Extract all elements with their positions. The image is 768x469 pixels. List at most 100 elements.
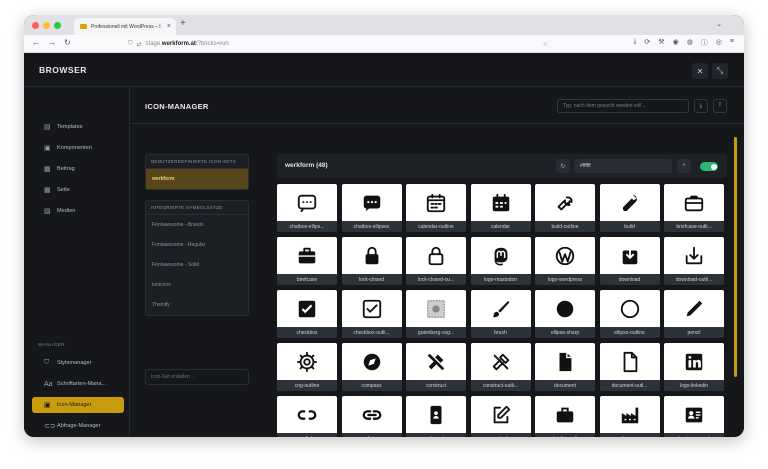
permissions-icon: ⇄: [136, 41, 142, 48]
icon-tile[interactable]: ellipse-outline: [599, 290, 660, 338]
browser-tab[interactable]: Professionell mit WordPress – I ×: [74, 18, 176, 35]
icon-tile[interactable]: unlink: [277, 396, 337, 437]
sync-icon[interactable]: ⟳: [644, 38, 650, 48]
icon-tile[interactable]: business-card: [664, 396, 724, 437]
minimize-window-button[interactable]: [43, 22, 50, 29]
close-tab-icon[interactable]: ×: [167, 23, 171, 30]
create-icon-set-input[interactable]: Icon-Set erstellen ...: [145, 369, 249, 385]
icon-set-fa-solid[interactable]: Fontawesome - Solid: [146, 255, 248, 275]
sidebar-item-templates[interactable]: ▤ Templates: [32, 119, 124, 135]
brush-icon: [492, 300, 509, 317]
icon-tile[interactable]: download-outli...: [664, 237, 724, 285]
icon-tile[interactable]: calendar-outline: [406, 184, 466, 232]
close-window-button[interactable]: [32, 22, 39, 29]
icon-tile[interactable]: calendar: [470, 184, 531, 232]
calendar-outline-icon: [426, 193, 446, 212]
sidebar-item-komponenten[interactable]: ▣ Komponenten: [32, 140, 124, 156]
new-tab-button[interactable]: +: [180, 18, 186, 29]
icon-tile[interactable]: briefcase: [277, 237, 337, 285]
scrollbar[interactable]: [734, 137, 737, 377]
icon-tile[interactable]: compass: [341, 343, 402, 391]
icon-label: unlink: [277, 433, 337, 438]
app-header: BROWSER ✕ ⤡: [24, 53, 744, 87]
icon-tile[interactable]: ellipse-sharp: [535, 290, 595, 338]
icon-label: download-outli...: [675, 276, 713, 283]
search-input[interactable]: Typ, nach dem gesucht werden soll...: [557, 99, 689, 113]
font-icon: Aa: [44, 380, 53, 388]
sidebar-item-seite[interactable]: ▦ Seite: [32, 182, 124, 198]
icon-tile[interactable]: factory: [599, 396, 660, 437]
firefox-icon[interactable]: ◎: [716, 38, 722, 48]
account-icon[interactable]: ◉: [673, 38, 679, 48]
icon-tile[interactable]: lock-closed: [341, 237, 402, 285]
icon-preview: [406, 343, 466, 380]
icon-label: cog-outline: [294, 382, 320, 389]
import-icon[interactable]: ⤓: [694, 99, 708, 113]
add-icon-button[interactable]: +: [677, 159, 691, 173]
icon-label: compass: [361, 382, 382, 389]
icon-set-ionicons[interactable]: Ionicons: [146, 275, 248, 295]
download-outli-icon: [685, 246, 703, 264]
icon-set-toggle[interactable]: [700, 162, 718, 171]
icon-tile[interactable]: construct: [406, 343, 466, 391]
icon-manager-icon: ▣: [44, 402, 51, 409]
icon-tile[interactable]: checkbox-outli...: [341, 290, 402, 338]
icon-tile[interactable]: document-outl...: [599, 343, 660, 391]
icon-tile[interactable]: logo-mastodon: [470, 237, 531, 285]
icon-set-fa-regular[interactable]: Fontawesome - Regular: [146, 235, 248, 255]
icon-tile[interactable]: logo-linkedin: [664, 343, 724, 391]
zoom-window-button[interactable]: [54, 22, 61, 29]
reset-color-icon[interactable]: ↻: [556, 159, 570, 173]
icon-preview: [664, 343, 724, 380]
icon-preview: [664, 290, 724, 327]
forward-icon[interactable]: →: [48, 38, 56, 47]
icon-tile[interactable]: id-card: [406, 396, 466, 437]
icon-tile[interactable]: pencil: [664, 290, 724, 338]
tools-icon[interactable]: ⚒: [658, 38, 664, 48]
icon-tile[interactable]: chatbox-ellips...: [277, 184, 337, 232]
sidebar-item-stylemanager[interactable]: ⛉ Stylemanager: [32, 355, 124, 371]
icon-set-header: werkform (48) ↻ #ffffff +: [277, 154, 727, 178]
export-icon[interactable]: ⤒: [713, 99, 727, 113]
sidebar-item-medien[interactable]: ▧ Medien: [32, 203, 124, 219]
icon-tile[interactable]: build: [599, 184, 660, 232]
icon-preview: [535, 184, 595, 221]
icon-tile[interactable]: chatbox-ellipses: [341, 184, 402, 232]
reload-icon[interactable]: ↻: [64, 38, 71, 47]
icon-set-werkform[interactable]: werkform: [146, 169, 248, 189]
sidebar-item-schriftarten[interactable]: Aa Schriftarten-Mana...: [32, 376, 124, 392]
icon-tile[interactable]: document: [535, 343, 595, 391]
sidebar-item-abfrage-manager[interactable]: ⊂⊃ Abfrage-Manager: [32, 418, 124, 434]
icon-tile[interactable]: download: [599, 237, 660, 285]
icon-tile[interactable]: briefcase-outli...: [664, 184, 724, 232]
icon-preview: [664, 184, 724, 221]
sidebar-item-icon-manager[interactable]: ▣ Icon-Manager: [32, 397, 124, 413]
tab-list-chevron-icon[interactable]: ⌄: [716, 20, 722, 28]
icon-tile[interactable]: cog-outline: [277, 343, 337, 391]
icon-tile[interactable]: lock-closed-ou...: [406, 237, 466, 285]
icon-tile[interactable]: construct-outli...: [470, 343, 531, 391]
icon-tile[interactable]: write-f: [470, 396, 531, 437]
downloads-icon[interactable]: ⤓: [633, 38, 636, 48]
icon-tile[interactable]: build-outline: [535, 184, 595, 232]
icon-tile[interactable]: briefcase-1: [535, 396, 595, 437]
icon-label: logo-wordpress: [547, 276, 583, 283]
icon-set-fa-brands[interactable]: Fontawesome - Brands: [146, 215, 248, 235]
build-icon: [622, 194, 637, 211]
close-panel-button[interactable]: ✕: [692, 63, 708, 79]
icon-tile[interactable]: brush: [470, 290, 531, 338]
icon-set-themify[interactable]: Themify: [146, 295, 248, 315]
icon-tile[interactable]: logo-wordpress: [535, 237, 595, 285]
sidebar-item-beitrag[interactable]: ▦ Beitrag: [32, 161, 124, 177]
icon-tile[interactable]: link: [341, 396, 402, 437]
icon-tile[interactable]: gutenberg-svg...: [406, 290, 466, 338]
info-icon[interactable]: ⓘ: [701, 38, 708, 48]
address-field[interactable]: ⛉ ⇄ stage.werkform.at/?bricks=run ☆: [124, 37, 554, 51]
extension-icon[interactable]: ◍: [687, 38, 693, 48]
menu-icon[interactable]: ≡: [730, 38, 734, 48]
back-icon[interactable]: ←: [32, 38, 40, 47]
icon-tile[interactable]: checkbox: [277, 290, 337, 338]
collapse-panel-button[interactable]: ⤡: [712, 63, 728, 79]
icon-color-input[interactable]: #ffffff: [574, 159, 672, 173]
bookmark-star-icon[interactable]: ☆: [543, 41, 548, 48]
